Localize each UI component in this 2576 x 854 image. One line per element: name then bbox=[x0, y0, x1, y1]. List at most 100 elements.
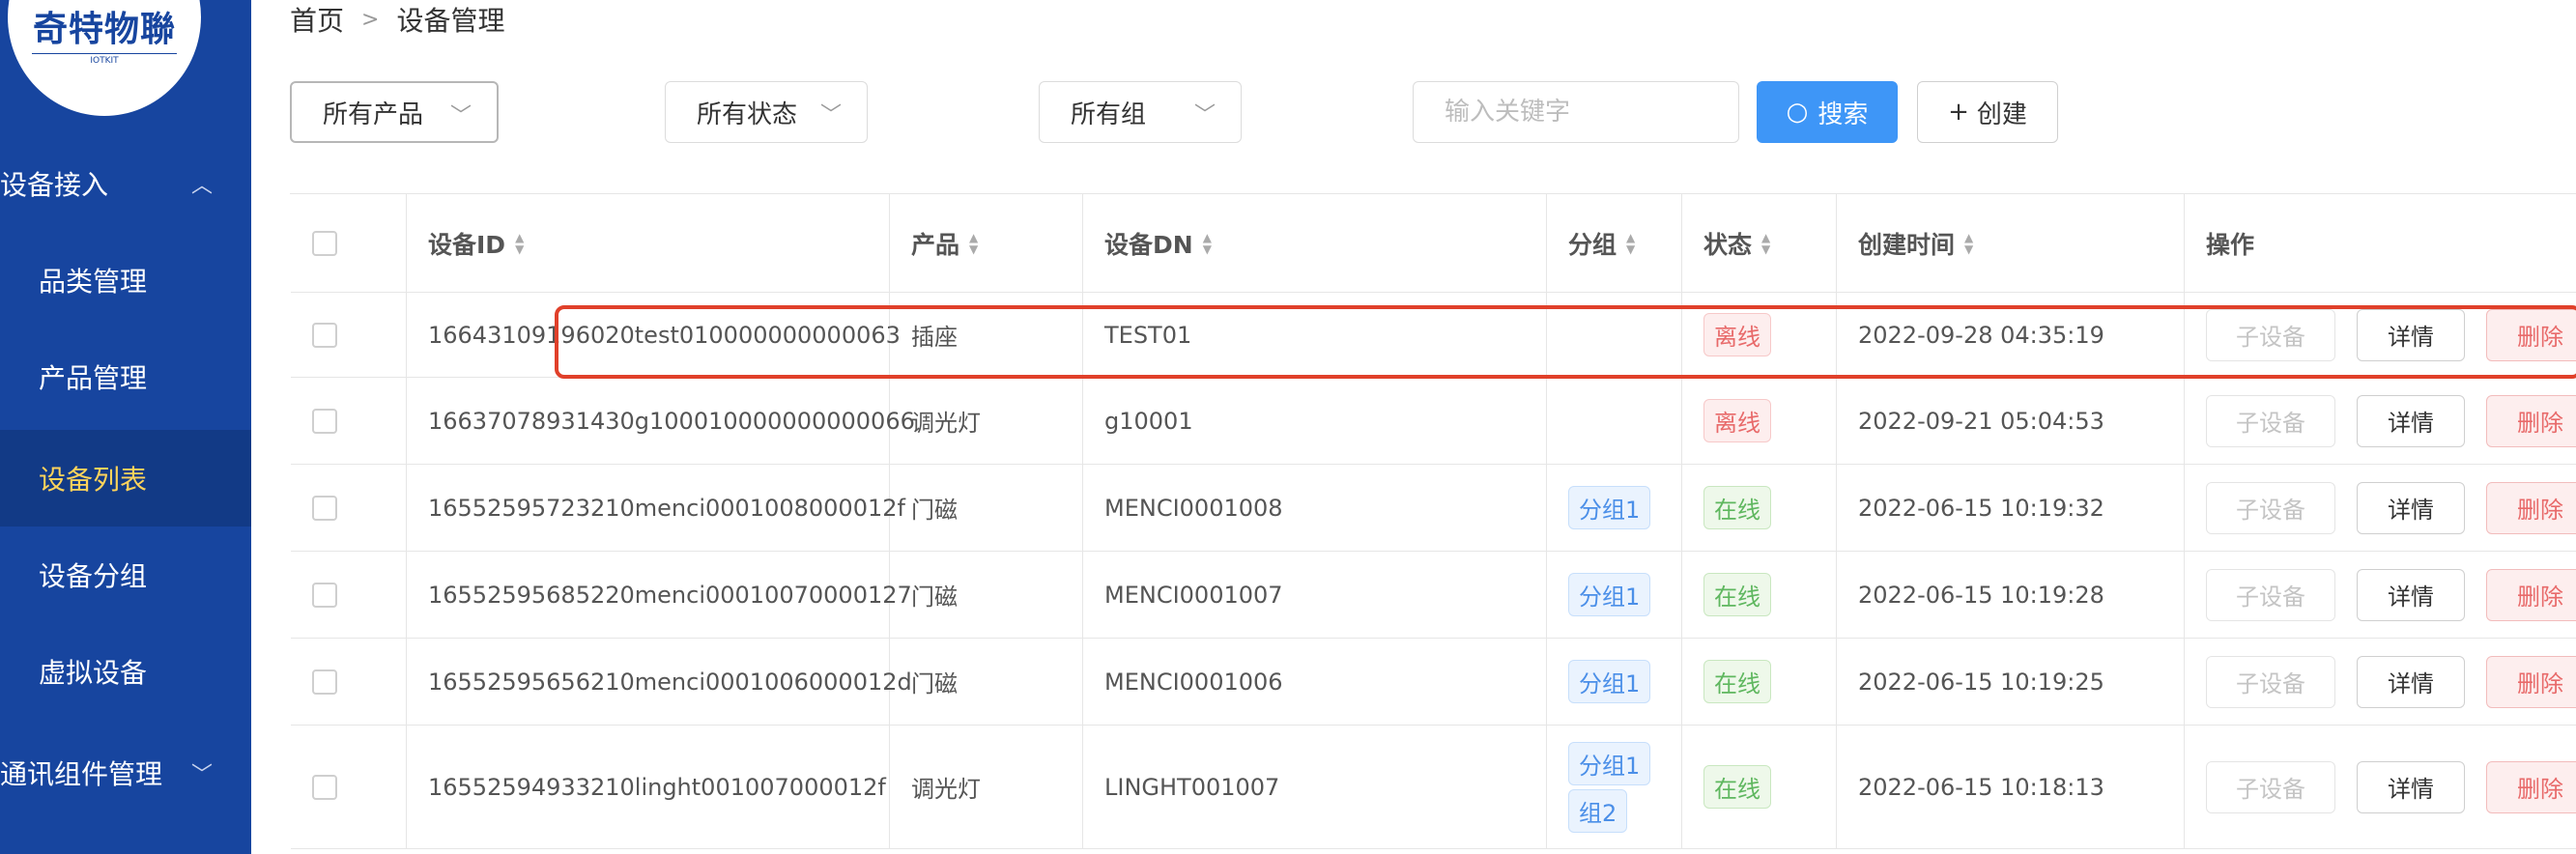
sub-device-button[interactable]: 子设备 bbox=[2206, 394, 2335, 447]
cell-created: 2022-06-15 10:19:32 bbox=[1837, 465, 2185, 551]
column-label: 状态 bbox=[1703, 230, 1753, 259]
search-button[interactable]: ○ 搜索 bbox=[1757, 81, 1898, 143]
cell-product-text: 门磁 bbox=[911, 497, 958, 524]
breadcrumb-home[interactable]: 首页 bbox=[290, 0, 344, 39]
cell-device-dn-text: MENCI0001008 bbox=[1104, 494, 1283, 522]
checkbox-cell bbox=[291, 552, 407, 638]
chevron-down-icon: ﹀ bbox=[190, 763, 213, 787]
cell-device-dn: MENCI0001008 bbox=[1083, 465, 1547, 551]
cell-device-dn: LINGHT001007 bbox=[1083, 726, 1547, 848]
sort-icon[interactable]: ▲ ▼ bbox=[969, 232, 978, 255]
detail-button[interactable]: 详情 bbox=[2357, 394, 2465, 447]
sidebar-item-device-group[interactable]: 设备分组 bbox=[0, 527, 251, 623]
column-created[interactable]: 创建时间 ▲ ▼ bbox=[1837, 194, 2185, 292]
delete-button[interactable]: 删除 bbox=[2486, 308, 2576, 361]
sidebar-item-label: 设备列表 bbox=[39, 464, 148, 496]
cell-product-text: 门磁 bbox=[911, 670, 958, 697]
cell-status: 离线 bbox=[1682, 293, 1837, 377]
status-badge: 在线 bbox=[1703, 765, 1771, 809]
created-time-text: 2022-06-15 10:19:28 bbox=[1858, 581, 2104, 609]
column-product[interactable]: 产品 ▲ ▼ bbox=[890, 194, 1083, 292]
sort-icon[interactable]: ▲ ▼ bbox=[1203, 232, 1212, 255]
chevron-down-icon: ﹀ bbox=[819, 103, 842, 128]
cell-status: 在线 bbox=[1682, 552, 1837, 638]
status-select-value: 所有状态 bbox=[697, 100, 798, 129]
chevron-down-icon: ﹀ bbox=[449, 104, 472, 128]
created-time-text: 2022-09-21 05:04:53 bbox=[1858, 407, 2104, 435]
sub-device-button[interactable]: 子设备 bbox=[2206, 655, 2335, 708]
checkbox-cell bbox=[291, 293, 407, 377]
table-row: 16552595723210menci0001008000012f 门磁 MENCI… bbox=[291, 465, 2576, 552]
cell-device-id-text: 16552595723210menci0001008000012f bbox=[428, 494, 905, 522]
column-group[interactable]: 分组 ▲ ▼ bbox=[1547, 194, 1682, 292]
detail-button[interactable]: 详情 bbox=[2357, 481, 2465, 534]
table-row: 16552594933210linght001007000012f 调光灯 LING… bbox=[291, 726, 2576, 849]
sidebar-item-label: 虚拟设备 bbox=[39, 657, 148, 689]
row-checkbox[interactable] bbox=[312, 774, 337, 800]
sidebar-item-device-list[interactable]: 设备列表 bbox=[0, 430, 251, 527]
detail-button[interactable]: 详情 bbox=[2357, 308, 2465, 361]
search-icon: ○ bbox=[1786, 98, 1809, 127]
delete-button[interactable]: 删除 bbox=[2486, 655, 2576, 708]
cell-device-id-text: 16552594933210linght001007000012f bbox=[428, 773, 886, 801]
cell-device-dn: TEST01 bbox=[1083, 293, 1547, 377]
delete-button[interactable]: 删除 bbox=[2486, 568, 2576, 621]
sort-icon[interactable]: ▲ ▼ bbox=[1964, 232, 1973, 255]
cell-device-id: 16637078931430g100010000000000066 bbox=[407, 378, 915, 464]
breadcrumb-separator-icon: > bbox=[361, 7, 380, 32]
create-button[interactable]: + 创建 bbox=[1917, 81, 2058, 143]
breadcrumb-current: 设备管理 bbox=[396, 5, 505, 37]
cell-status: 在线 bbox=[1682, 639, 1837, 725]
table-row: 16637078931430g100010000000000066 调光灯 g100… bbox=[291, 378, 2576, 465]
sub-device-button[interactable]: 子设备 bbox=[2206, 568, 2335, 621]
status-badge: 在线 bbox=[1703, 573, 1771, 616]
cell-device-dn: MENCI0001006 bbox=[1083, 639, 1547, 725]
cell-device-dn-text: LINGHT001007 bbox=[1104, 773, 1280, 801]
cell-device-id: 16643109196020test010000000000063 bbox=[407, 293, 901, 377]
row-checkbox[interactable] bbox=[312, 495, 337, 521]
keyword-input[interactable] bbox=[1413, 81, 1739, 143]
row-checkbox[interactable] bbox=[312, 669, 337, 695]
product-select[interactable]: 所有产品 ﹀ bbox=[290, 81, 499, 143]
detail-button[interactable]: 详情 bbox=[2357, 568, 2465, 621]
cell-device-dn-text: g10001 bbox=[1104, 407, 1193, 435]
status-select[interactable]: 所有状态 ﹀ bbox=[665, 81, 868, 143]
cell-status: 离线 bbox=[1682, 378, 1837, 464]
sub-device-button[interactable]: 子设备 bbox=[2206, 760, 2335, 813]
sidebar-item-category[interactable]: 品类管理 bbox=[0, 232, 251, 328]
detail-button[interactable]: 详情 bbox=[2357, 655, 2465, 708]
sidebar-item-product[interactable]: 产品管理 bbox=[0, 328, 251, 425]
column-status[interactable]: 状态 ▲ ▼ bbox=[1682, 194, 1837, 292]
menu-group-comm-components[interactable]: 通讯组件管理 ﹀ bbox=[0, 744, 251, 802]
sidebar-item-virtual-device[interactable]: 虚拟设备 bbox=[0, 623, 251, 720]
sub-device-button[interactable]: 子设备 bbox=[2206, 481, 2335, 534]
column-device-id[interactable]: 设备ID ▲ ▼ bbox=[407, 194, 890, 292]
sort-icon[interactable]: ▲ ▼ bbox=[515, 232, 524, 255]
select-all-checkbox[interactable] bbox=[312, 230, 337, 256]
cell-group: 分组1 bbox=[1547, 639, 1682, 725]
sub-device-button[interactable]: 子设备 bbox=[2206, 308, 2335, 361]
column-actions: 操作 bbox=[2185, 194, 2576, 292]
detail-button[interactable]: 详情 bbox=[2357, 760, 2465, 813]
delete-button[interactable]: 删除 bbox=[2486, 481, 2576, 534]
delete-button[interactable]: 删除 bbox=[2486, 760, 2576, 813]
cell-device-id: 16552595685220menci00010070000127 bbox=[407, 552, 912, 638]
cell-actions: 子设备 详情 删除 bbox=[2185, 726, 2576, 848]
sidebar-item-label: 品类管理 bbox=[39, 266, 148, 298]
column-label: 设备DN bbox=[1104, 230, 1193, 259]
row-checkbox[interactable] bbox=[312, 322, 337, 348]
column-device-dn[interactable]: 设备DN ▲ ▼ bbox=[1083, 194, 1547, 292]
group-select[interactable]: 所有组 ﹀ bbox=[1039, 81, 1242, 143]
sort-icon[interactable]: ▲ ▼ bbox=[1761, 232, 1770, 255]
row-checkbox[interactable] bbox=[312, 408, 337, 434]
cell-product-text: 门磁 bbox=[911, 584, 958, 611]
cell-created: 2022-06-15 10:19:25 bbox=[1837, 639, 2185, 725]
status-badge: 离线 bbox=[1703, 399, 1771, 442]
row-checkbox[interactable] bbox=[312, 582, 337, 608]
device-table: 设备ID ▲ ▼ 产品 ▲ ▼ 设备DN ▲ ▼ 分组 ▲ ▼ 状态 ▲ ▼ 创建时间 ▲… bbox=[290, 193, 2576, 849]
cell-actions: 子设备 详情 删除 bbox=[2185, 639, 2576, 725]
menu-group-device-access[interactable]: 设备接入 ︿ bbox=[0, 155, 251, 213]
logo-text: 奇特物聯 bbox=[32, 10, 176, 49]
sort-icon[interactable]: ▲ ▼ bbox=[1626, 232, 1635, 255]
delete-button[interactable]: 删除 bbox=[2486, 394, 2576, 447]
